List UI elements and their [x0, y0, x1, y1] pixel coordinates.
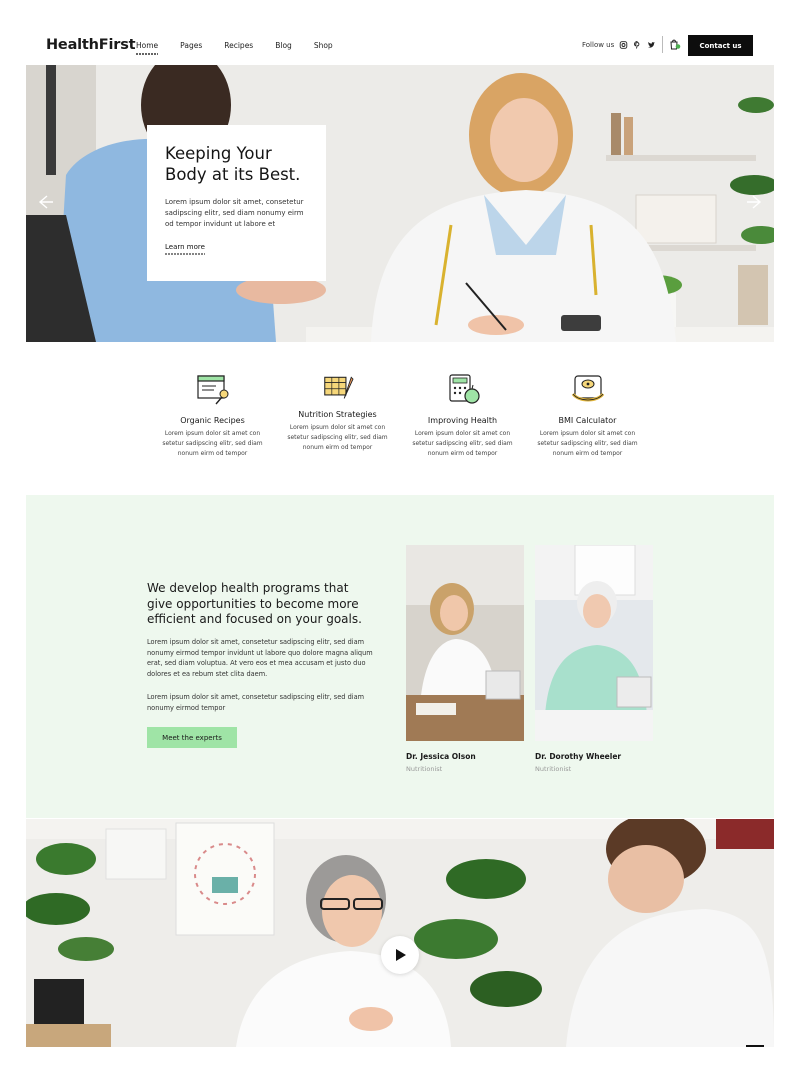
programs-paragraph-2: Lorem ipsum dolor sit amet, consetetur s…: [147, 693, 365, 712]
expert-card[interactable]: Dr. Jessica Olson Nutritionist: [406, 545, 524, 773]
header-divider: [662, 36, 663, 53]
nav-home[interactable]: Home: [136, 41, 159, 55]
meet-experts-button[interactable]: Meet the experts: [147, 727, 237, 748]
features-row: Organic Recipes Lorem ipsum dolor sit am…: [150, 372, 650, 472]
expert-role: Nutritionist: [406, 765, 443, 773]
cart-icon[interactable]: [669, 38, 681, 50]
calendar-carrot-icon: [323, 376, 354, 399]
expert-photo: [406, 545, 524, 741]
slider-next-icon[interactable]: [746, 193, 764, 211]
pinterest-icon[interactable]: [633, 41, 642, 49]
feature-title: Nutrition Strategies: [298, 410, 377, 419]
nav-blog[interactable]: Blog: [275, 41, 292, 50]
twitter-icon[interactable]: [647, 41, 656, 49]
nav-pages[interactable]: Pages: [180, 41, 202, 50]
expert-card[interactable]: Dr. Dorothy Wheeler Nutritionist: [535, 544, 653, 773]
hero-photo: [26, 65, 774, 342]
play-video-button[interactable]: [381, 936, 419, 974]
slider-prev-icon[interactable]: [36, 193, 54, 211]
expert-photo: [535, 544, 653, 741]
video-section: [26, 819, 774, 1047]
feature-title: Improving Health: [427, 416, 498, 425]
contact-us-button[interactable]: Contact us: [688, 35, 753, 56]
feature-text: Lorem ipsum dolor sit amet con setetur s…: [162, 430, 263, 457]
feature-title: BMI Calculator: [558, 416, 617, 425]
expert-name: Dr. Dorothy Wheeler: [535, 752, 622, 761]
hero-title: Keeping Your Body at its Best.: [165, 143, 308, 185]
hero-title-line-1: Keeping Your: [165, 144, 272, 163]
site-header: HealthFirst Home Pages Recipes Blog Shop…: [26, 0, 774, 65]
video-thumbnail: [26, 819, 774, 1047]
nav-shop[interactable]: Shop: [314, 41, 333, 50]
nav-recipes[interactable]: Recipes: [224, 41, 253, 50]
recipe-book-icon: [196, 375, 228, 405]
learn-more-link[interactable]: Learn more: [165, 243, 205, 255]
instagram-icon[interactable]: [619, 41, 628, 49]
programs-title: We develop health programs that give opp…: [147, 581, 362, 626]
feature-bmi-calculator[interactable]: BMI Calculator Lorem ipsum dolor sit ame…: [525, 372, 650, 472]
hero-text: Lorem ipsum dolor sit amet, consetetur s…: [165, 198, 304, 228]
feature-title: Organic Recipes: [180, 416, 245, 425]
hero-title-line-2: Body at its Best.: [165, 165, 301, 184]
scale-tape-icon: [571, 375, 604, 402]
feature-improving-health[interactable]: Improving Health Lorem ipsum dolor sit a…: [400, 372, 525, 472]
feature-text: Lorem ipsum dolor sit amet con setetur s…: [412, 430, 513, 457]
hero-card: Keeping Your Body at its Best. Lorem ips…: [147, 125, 326, 281]
expert-role: Nutritionist: [535, 765, 572, 773]
site-logo[interactable]: HealthFirst: [46, 37, 136, 53]
programs-paragraph-1: Lorem ipsum dolor sit amet, consetetur s…: [147, 638, 373, 678]
programs-section: We develop health programs that give opp…: [26, 495, 774, 818]
feature-text: Lorem ipsum dolor sit amet con setetur s…: [287, 424, 388, 451]
social-follow: Follow us: [582, 41, 656, 49]
expert-name: Dr. Jessica Olson: [406, 752, 476, 761]
feature-text: Lorem ipsum dolor sit amet con setetur s…: [537, 430, 638, 457]
calculator-apple-icon: [448, 374, 480, 404]
feature-organic-recipes[interactable]: Organic Recipes Lorem ipsum dolor sit am…: [150, 372, 275, 472]
main-nav: Home Pages Recipes Blog Shop: [136, 41, 355, 55]
corner-divider: [746, 1045, 764, 1047]
hero-slider: Keeping Your Body at its Best. Lorem ips…: [26, 65, 774, 342]
follow-label: Follow us: [582, 41, 615, 49]
feature-nutrition-strategies[interactable]: Nutrition Strategies Lorem ipsum dolor s…: [275, 372, 400, 472]
